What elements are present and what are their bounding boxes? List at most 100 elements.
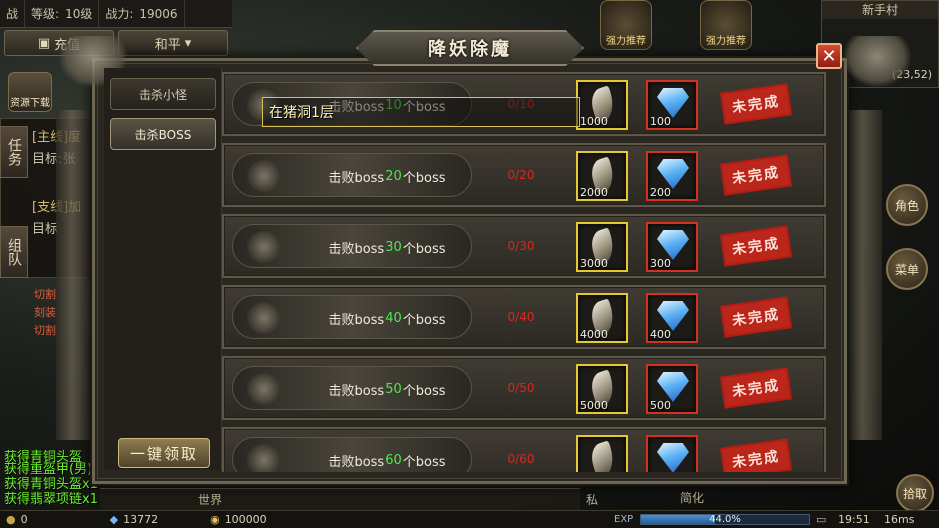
exp-percent: 44.0% [709, 514, 741, 525]
quest-prefix: 击败boss [328, 383, 385, 399]
fang-icon [587, 440, 619, 472]
left-pillar-ornament [56, 110, 92, 440]
gold-icon: ◉ [210, 513, 220, 526]
reward-fang-slot[interactable]: 4000 [576, 293, 628, 343]
quest-progress: 0/30 [507, 239, 535, 253]
recommend-button-1[interactable]: 强力推荐 [600, 0, 652, 50]
close-icon: ✕ [821, 45, 837, 67]
clock-time: 19:51 [838, 513, 870, 526]
gold-currency: ◉ 100000 [204, 511, 273, 528]
tab-kill-boss-label: 击杀BOSS [134, 127, 192, 142]
character-button[interactable]: 角色 [886, 184, 928, 226]
quest-row[interactable]: 击败boss 20 个boss 0/20 2000 200 未完成 [222, 143, 826, 207]
quest-list[interactable]: 击败boss 10 个boss 0/10 1000 100 未完成 击败boss 20 个boss… [222, 72, 828, 472]
quest-prefix: 击败boss [328, 312, 385, 328]
power-value: 19006 [139, 6, 178, 21]
quest-row[interactable]: 击败boss 40 个boss 0/40 4000 400 未完成 [222, 285, 826, 349]
chat-bar[interactable]: 世界 私聊 [100, 488, 598, 524]
quest-description: 击败boss 20 个boss [293, 154, 481, 198]
menu-button[interactable]: 菜单 [886, 248, 928, 290]
dragon-emblem-icon [247, 160, 281, 192]
reward-diamond-slot[interactable]: 300 [646, 222, 698, 272]
task-tab-label: 任务 [6, 138, 22, 166]
reward-diamond-slot[interactable]: 200 [646, 151, 698, 201]
left-currency-value: 0 [20, 513, 28, 526]
reward-fang-slot[interactable]: 1000 [576, 80, 628, 130]
reward-diamond-count: 100 [650, 115, 671, 128]
claim-all-button[interactable]: 一键领取 [118, 438, 210, 468]
loot-log-line-4: 获得翡翠项链x1 [4, 492, 98, 507]
reward-fang-slot[interactable]: 5000 [576, 364, 628, 414]
gem-currency: ◆ 13772 [104, 511, 164, 528]
quest-row[interactable]: 击败boss 30 个boss 0/30 3000 300 未完成 [222, 214, 826, 278]
tab-kill-boss[interactable]: 击杀BOSS [110, 118, 216, 150]
reward-fang-slot[interactable]: 6000 [576, 435, 628, 472]
left-currency: ● 0 [0, 511, 34, 528]
bottom-status-bar: ● 0 ◆ 13772 ◉ 100000 EXP 44.0% ▭ 19:51 1… [0, 510, 939, 528]
quest-progress: 0/40 [507, 310, 535, 324]
level-value: 10级 [65, 7, 93, 21]
resource-download-button[interactable]: 资源下载 [8, 72, 52, 112]
menu-label: 菜单 [894, 262, 919, 277]
reward-diamond-slot[interactable]: 600 [646, 435, 698, 472]
reward-fang-slot[interactable]: 3000 [576, 222, 628, 272]
gift-icon: ▣ [37, 35, 51, 51]
quest-suffix: 个boss [402, 312, 446, 328]
status-stamp: 未完成 [720, 225, 792, 267]
diamond-icon: ◆ [109, 513, 119, 526]
tab-kill-minions[interactable]: 击杀小怪 [110, 78, 216, 110]
pickup-label: 拾取 [902, 486, 927, 501]
dragon-emblem-icon [247, 231, 281, 263]
quest-suffix: 个boss [402, 170, 446, 186]
quest-count: 60 [385, 452, 402, 468]
chevron-down-icon: ▾ [184, 35, 192, 51]
reward-fang-count: 4000 [580, 328, 608, 341]
quest-description: 击败boss 40 个boss [293, 296, 481, 340]
team-tab[interactable]: 组队 [0, 226, 28, 278]
quest-description: 击败boss 30 个boss [293, 225, 481, 269]
quest-count: 50 [385, 381, 402, 397]
power-display: 战力: 19006 [99, 0, 185, 27]
pk-mode-label: 和平 [154, 37, 181, 53]
reward-fang-slot[interactable]: 2000 [576, 151, 628, 201]
quest-count: 40 [385, 310, 402, 326]
quest-progress: 0/20 [507, 168, 535, 182]
quest-suffix: 个boss [402, 241, 446, 257]
status-stamp: 未完成 [720, 154, 792, 196]
pk-mode-button[interactable]: 和平 ▾ [118, 30, 228, 56]
exp-label: EXP [614, 514, 634, 525]
quest-progress: 0/60 [507, 452, 535, 466]
quest-row[interactable]: 击败boss 50 个boss 0/50 5000 500 未完成 [222, 356, 826, 420]
battle-tab[interactable]: 战 [0, 0, 26, 27]
branch-quest-target: 目标 [32, 222, 59, 237]
quest-progress: 0/50 [507, 381, 535, 395]
reward-diamond-slot[interactable]: 400 [646, 293, 698, 343]
ping-value: 16ms [884, 513, 915, 526]
team-tab-label: 组队 [6, 238, 22, 266]
pickup-button[interactable]: 拾取 [896, 474, 934, 512]
reward-fang-count: 6000 [580, 470, 608, 472]
right-pillar-ornament [846, 110, 882, 440]
task-tab[interactable]: 任务 [0, 126, 28, 178]
dragon-emblem-icon [247, 444, 281, 472]
reward-diamond-count: 200 [650, 186, 671, 199]
diamond-icon [657, 372, 689, 402]
recommend-button-2[interactable]: 强力推荐 [700, 0, 752, 50]
quest-row[interactable]: 击败boss60个boss 0/60 6000 600 未完成 [222, 427, 826, 472]
simplify-label[interactable]: 简化 [680, 489, 704, 506]
status-stamp: 未完成 [720, 438, 792, 472]
reward-fang-count: 1000 [580, 115, 608, 128]
quest-prefix: 击败boss [328, 454, 385, 470]
quest-suffix: 个boss [402, 454, 446, 470]
gem-value: 13772 [123, 513, 159, 526]
side-note-3: 切割 [34, 324, 56, 337]
close-button[interactable]: ✕ [816, 43, 842, 69]
world-channel-label[interactable]: 世界 [198, 491, 222, 508]
quest-prefix: 击败boss [328, 241, 385, 257]
reward-diamond-slot[interactable]: 500 [646, 364, 698, 414]
diamond-icon [657, 159, 689, 189]
reward-diamond-slot[interactable]: 100 [646, 80, 698, 130]
diamond-icon [657, 88, 689, 118]
quest-description-plate: 击败boss 50 个boss [232, 366, 472, 410]
side-note-1: 切割 [34, 288, 56, 301]
